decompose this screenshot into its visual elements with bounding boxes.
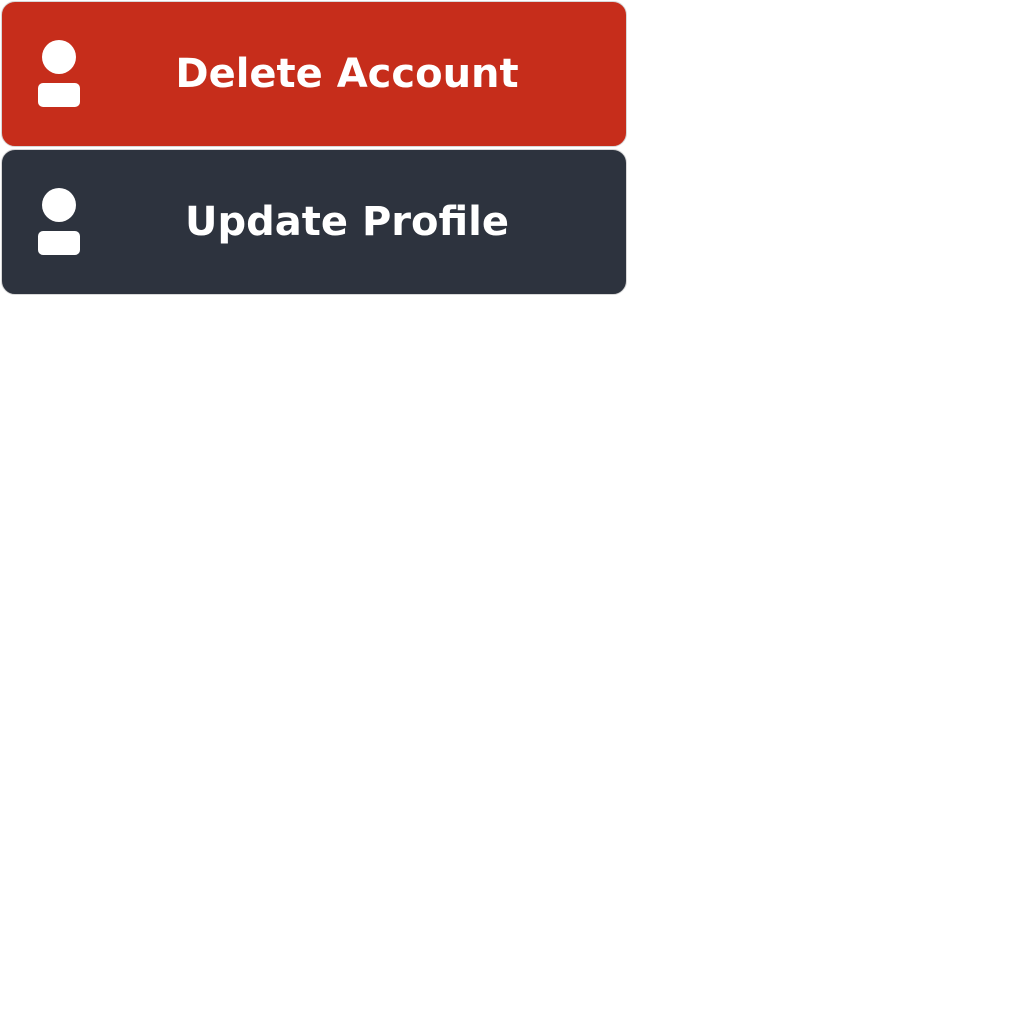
- update-profile-label: Update Profile: [185, 199, 509, 245]
- delete-account-label: Delete Account: [175, 51, 519, 97]
- account-actions: Delete Account Update Profile: [1, 1, 627, 297]
- delete-account-button[interactable]: Delete Account: [1, 1, 627, 147]
- update-profile-button[interactable]: Update Profile: [1, 149, 627, 295]
